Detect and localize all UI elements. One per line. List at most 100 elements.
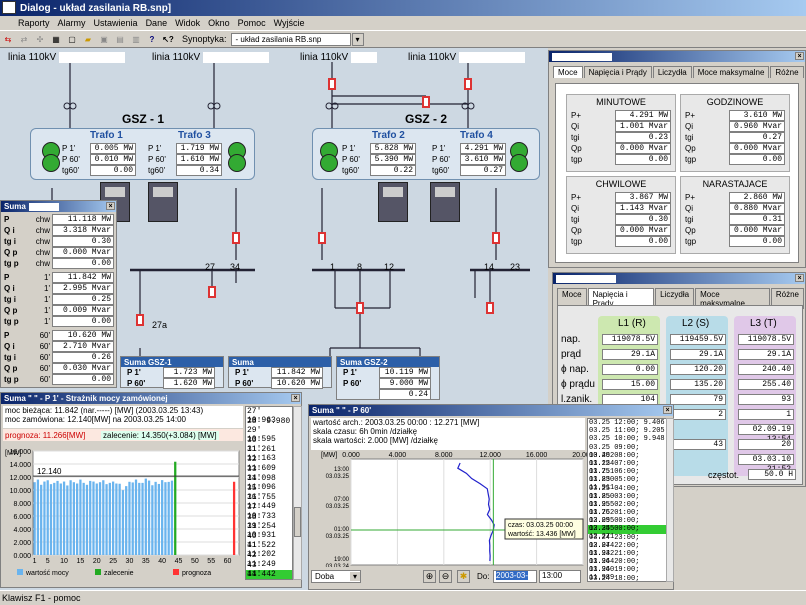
meter-icon[interactable] bbox=[148, 182, 178, 222]
list-item[interactable]: 03.25 07:00; 11.751 bbox=[588, 460, 666, 476]
preview-icon[interactable]: ▥ bbox=[129, 33, 143, 46]
moce-box: MINUTOWE P+ 4.291 MW Qi 1.001 Mvar tgi 0.23 Qp 0… bbox=[566, 94, 676, 172]
close-icon[interactable]: × bbox=[795, 274, 804, 282]
napiecia-value: 02.09.19 13:54 bbox=[738, 424, 794, 444]
meter-icon[interactable] bbox=[430, 182, 460, 222]
suma-label: Q i bbox=[4, 284, 15, 293]
chevron-down-icon[interactable]: ▾ bbox=[351, 32, 364, 46]
list-item[interactable]: 03.25 10:00; 9.948 bbox=[588, 435, 666, 443]
menu-widok[interactable]: Widok bbox=[171, 18, 204, 28]
list-item[interactable]: 03.24 18:00; 11.978 bbox=[588, 575, 666, 581]
close-icon[interactable]: × bbox=[291, 394, 300, 402]
doba-select[interactable]: Doba ▾ bbox=[311, 570, 361, 583]
list-item[interactable]: 03.25 09:00; 10.402 bbox=[588, 444, 666, 460]
list-item[interactable]: 28' 9.980 bbox=[246, 417, 292, 427]
help-icon[interactable]: ? bbox=[145, 33, 159, 46]
list-item[interactable]: 03.25 06:00; 11.830 bbox=[588, 468, 666, 484]
connect-icon[interactable]: ⇆ bbox=[1, 33, 15, 46]
trafo-3-p60: 1.610 MW bbox=[176, 154, 222, 165]
chevron-down-icon[interactable]: ▾ bbox=[350, 572, 360, 581]
list-item[interactable]: 03.25 00:00; 12.271 bbox=[588, 525, 666, 541]
close-icon[interactable]: × bbox=[795, 52, 804, 60]
print-icon[interactable]: ▤ bbox=[113, 33, 127, 46]
list-item[interactable]: 03.25 00:00; 12.345 bbox=[588, 517, 666, 533]
bar bbox=[111, 481, 115, 555]
menu-alarmy[interactable]: Alarmy bbox=[54, 18, 90, 28]
synoptyka-select[interactable]: - układ zasilania RB.snp bbox=[230, 32, 351, 46]
refresh-icon[interactable]: ✱ bbox=[457, 570, 470, 583]
menu-okno[interactable]: Okno bbox=[204, 18, 234, 28]
new-file-icon[interactable]: ▢ bbox=[65, 33, 79, 46]
close-icon[interactable]: × bbox=[106, 202, 115, 210]
disconnect-icon[interactable]: ⇄ bbox=[17, 33, 31, 46]
breaker-1[interactable] bbox=[328, 78, 336, 90]
suma-window-titlebar[interactable]: Suma × bbox=[1, 201, 116, 212]
menu-raporty[interactable]: Raporty bbox=[14, 18, 54, 28]
breaker-10[interactable] bbox=[486, 302, 494, 314]
context-help-icon[interactable]: ↖? bbox=[161, 33, 175, 46]
time-field[interactable]: 13:00 bbox=[539, 570, 581, 583]
transformer-icon[interactable] bbox=[318, 142, 340, 172]
calculator-icon[interactable]: ▦ bbox=[49, 33, 63, 46]
transformer-icon[interactable] bbox=[40, 142, 62, 172]
straznik-titlebar[interactable]: Suma " " - P 1' - Strażnik mocy zamówion… bbox=[1, 393, 301, 404]
moce-value: 0.00 bbox=[615, 236, 671, 247]
meter-icon[interactable] bbox=[378, 182, 408, 222]
breaker-3[interactable] bbox=[422, 96, 430, 108]
breaker-5[interactable] bbox=[318, 232, 326, 244]
close-icon[interactable]: × bbox=[663, 406, 672, 414]
zoom-out-icon[interactable]: ⊖ bbox=[439, 570, 452, 583]
list-item[interactable]: 29' 10.595 bbox=[246, 426, 292, 444]
date-field[interactable]: 2003-03- bbox=[493, 570, 537, 583]
label: P 1' bbox=[127, 368, 141, 377]
napiecia-window-titlebar[interactable]: × bbox=[553, 273, 805, 284]
list-item[interactable]: 03.25 08:00; 11.124 bbox=[588, 452, 666, 468]
breaker-6[interactable] bbox=[492, 232, 500, 244]
menu-wyjscie[interactable]: Wyjście bbox=[270, 18, 309, 28]
menu-ustawienia[interactable]: Ustawienia bbox=[90, 18, 142, 28]
moce-window-titlebar[interactable]: × bbox=[549, 51, 805, 62]
list-item[interactable]: 03.25 12:00; 9.406 bbox=[588, 419, 666, 427]
x-tick-label: 55 bbox=[207, 558, 215, 565]
suma-row: Q i 60' 2.710 Mvar bbox=[4, 341, 114, 352]
tools-icon[interactable]: ✣ bbox=[33, 33, 47, 46]
p60-scrollbar[interactable] bbox=[666, 418, 674, 582]
menu-dane[interactable]: Dane bbox=[142, 18, 172, 28]
zoom-in-icon[interactable]: ⊕ bbox=[423, 570, 436, 583]
p60-list[interactable]: 03.25 12:00; 9.406 03.25 11:00; 9.205 03.2… bbox=[587, 418, 667, 582]
list-item[interactable]: 03.25 11:00; 9.205 bbox=[588, 427, 666, 435]
list-item[interactable]: 03.25 05:00; 11.911 bbox=[588, 476, 666, 492]
transformer-icon[interactable] bbox=[226, 142, 248, 172]
tab-moce-4[interactable]: Różne bbox=[770, 66, 804, 78]
list-item[interactable]: 03.25 01:00; 12.095 bbox=[588, 509, 666, 525]
p60-titlebar[interactable]: Suma " " - P 60' × bbox=[309, 405, 673, 416]
czestot-value: 50.0 H bbox=[748, 469, 796, 480]
tab-moce-2[interactable]: Liczydła bbox=[652, 66, 692, 78]
list-item[interactable]: 03.24 22:00; 11.932 bbox=[588, 542, 666, 558]
tab-moce-1[interactable]: Napięcia i Prądy bbox=[583, 66, 652, 78]
line-label-2: linia 110kV bbox=[152, 52, 270, 63]
straznik-list[interactable]: 27' 10.963 28' 9.980 29' 10.595 30' 11.261 3… bbox=[245, 406, 293, 580]
suma-value: 3.318 Mvar bbox=[52, 225, 114, 236]
list-item[interactable]: 03.25 02:00; 11.762 bbox=[588, 501, 666, 517]
breaker-8[interactable] bbox=[136, 314, 144, 326]
list-item[interactable]: 03.24 23:00; 12.074 bbox=[588, 534, 666, 550]
list-item[interactable]: 03.24 20:00; 11.960 bbox=[588, 558, 666, 574]
straznik-scrollbar[interactable] bbox=[293, 406, 302, 580]
list-item[interactable]: 03.25 03:00; 11.955 bbox=[588, 493, 666, 509]
transformer-icon[interactable] bbox=[508, 142, 530, 172]
breaker-4[interactable] bbox=[232, 232, 240, 244]
breaker-7[interactable] bbox=[208, 286, 216, 298]
breaker-9[interactable] bbox=[356, 302, 364, 314]
tab-moce-0[interactable]: Moce bbox=[553, 66, 583, 78]
open-folder-icon[interactable]: ▰ bbox=[81, 33, 95, 46]
menu-pomoc[interactable]: Pomoc bbox=[234, 18, 270, 28]
list-item[interactable]: 03.24 21:00; 11.964 bbox=[588, 550, 666, 566]
list-item[interactable]: 03.24 19:00; 11.989 bbox=[588, 566, 666, 581]
list-item[interactable]: 03.25 04:00; 11.850 bbox=[588, 485, 666, 501]
list-item[interactable]: 27' 10.963 bbox=[246, 407, 292, 425]
breaker-2[interactable] bbox=[464, 78, 472, 90]
save-icon[interactable]: ▣ bbox=[97, 33, 111, 46]
label: P 1' bbox=[432, 144, 446, 153]
tab-moce-3[interactable]: Moce maksymalne bbox=[692, 66, 770, 78]
